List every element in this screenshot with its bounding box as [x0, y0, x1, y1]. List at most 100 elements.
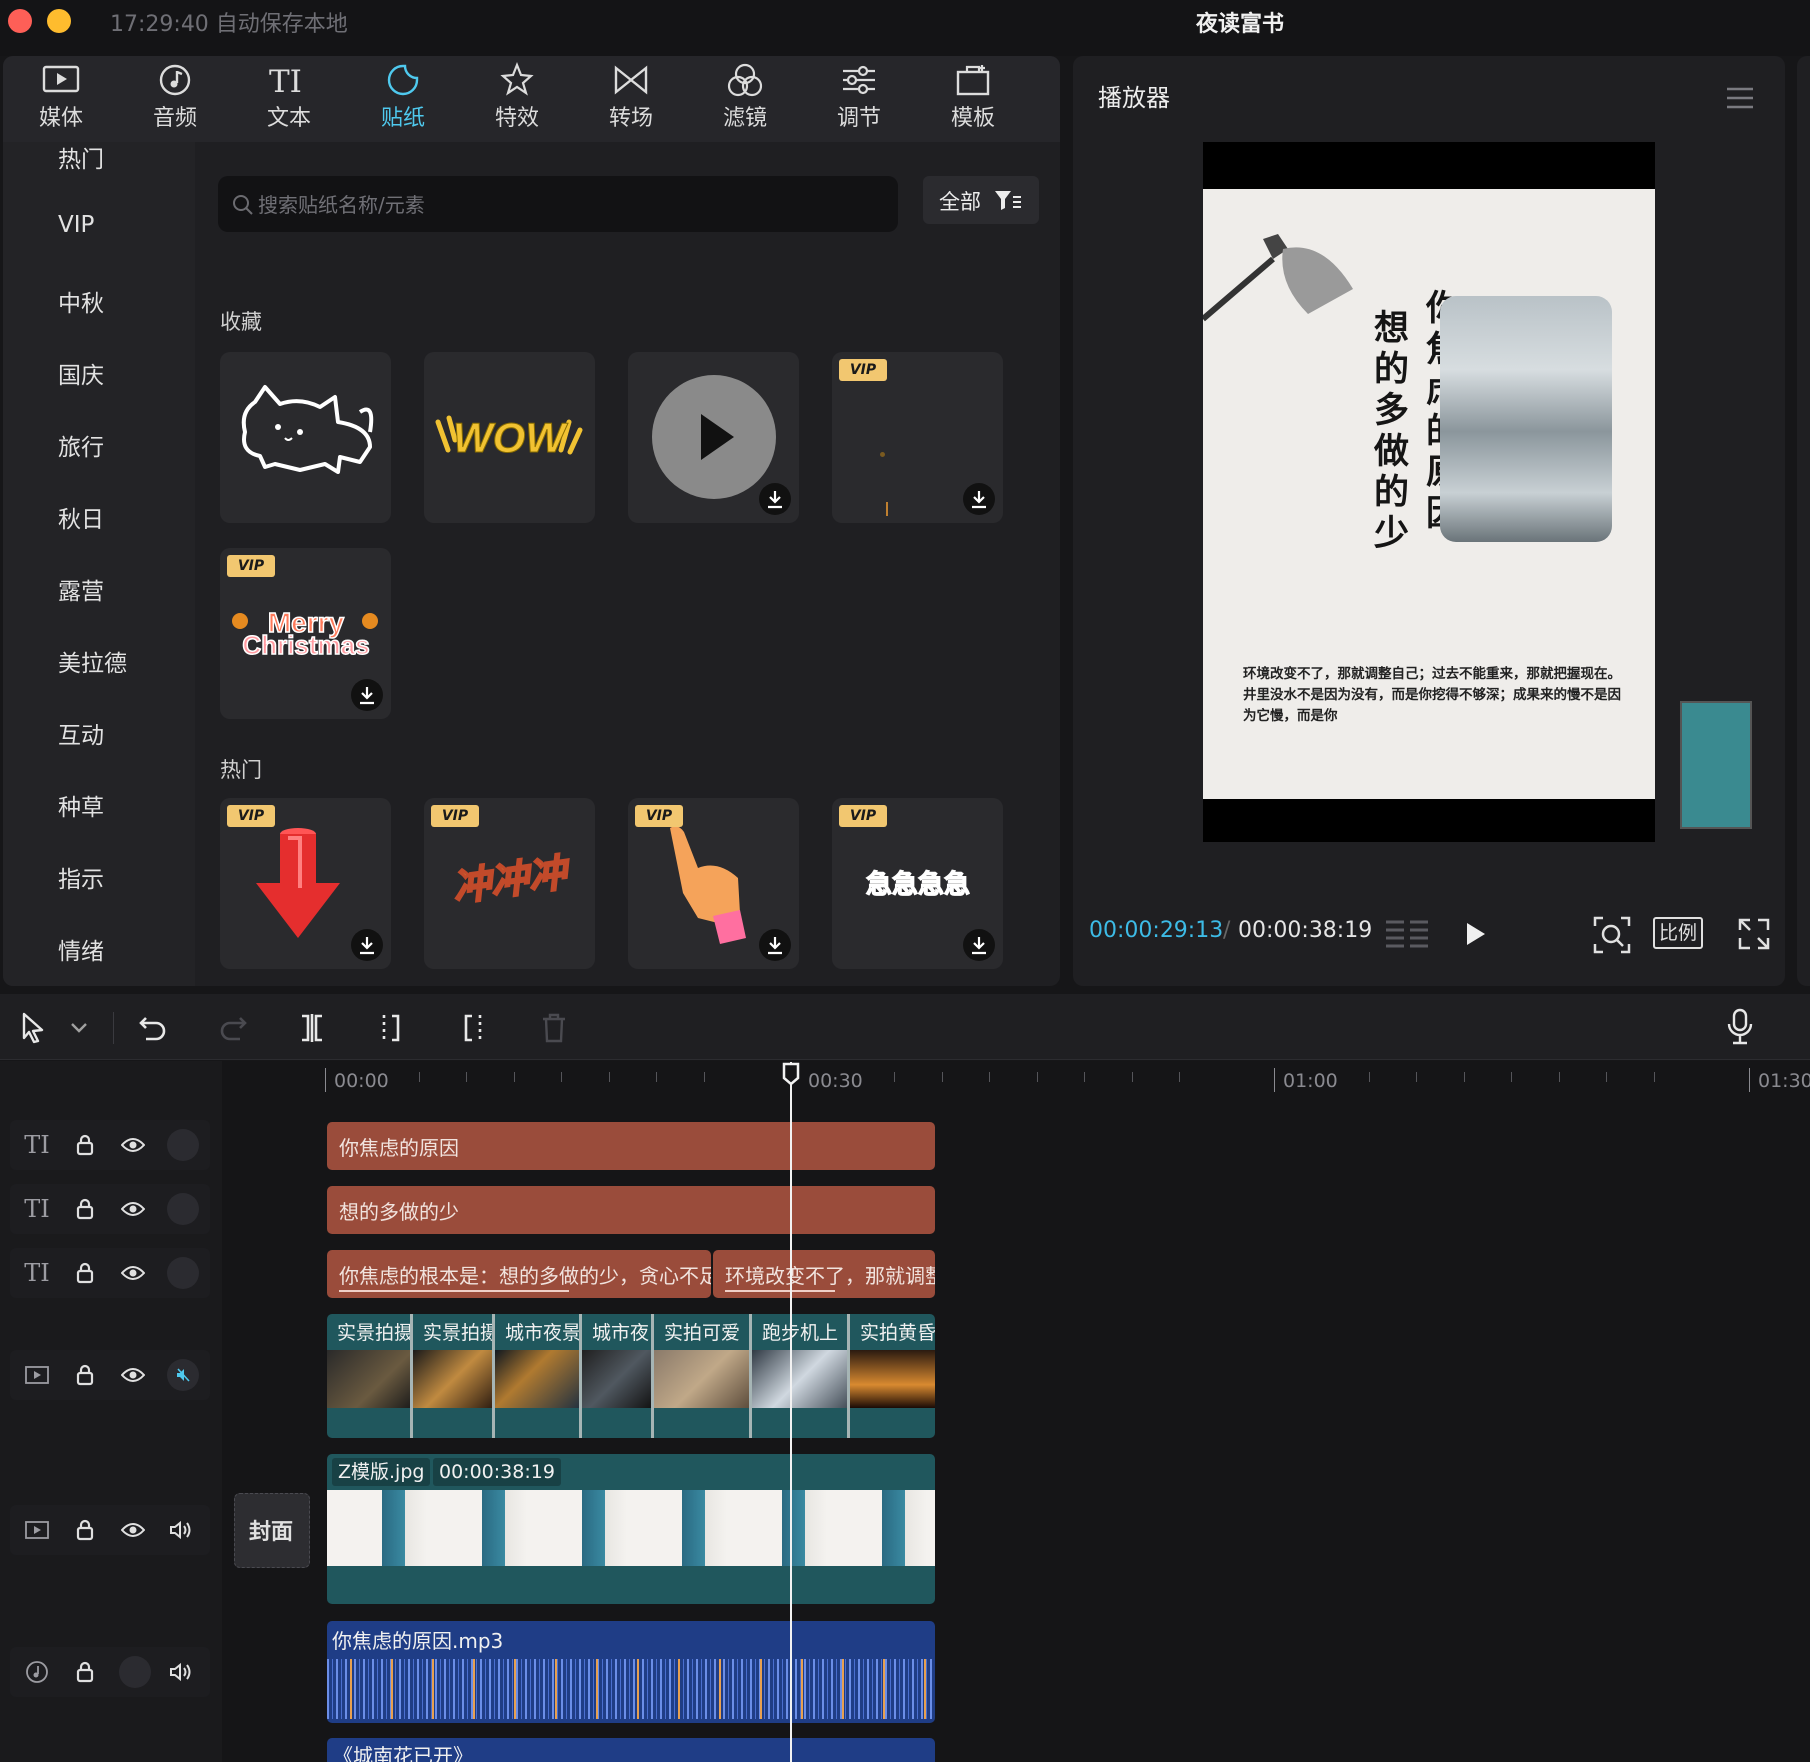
- tab-audio[interactable]: 音频: [125, 60, 225, 140]
- download-button[interactable]: [759, 483, 791, 515]
- split-icon[interactable]: [298, 1012, 326, 1044]
- aspect-ratio-button[interactable]: 比例: [1653, 917, 1703, 949]
- fullscreen-icon[interactable]: [1738, 918, 1770, 950]
- volume-icon[interactable]: [164, 1513, 198, 1547]
- sticker-icon: [353, 60, 453, 100]
- delete-icon[interactable]: [540, 1012, 568, 1044]
- lock-icon[interactable]: [68, 1358, 102, 1392]
- music-clip[interactable]: 《城南花已开》: [327, 1738, 935, 1762]
- tab-media[interactable]: 媒体: [11, 60, 111, 140]
- category-autumn[interactable]: 秋日: [58, 500, 104, 534]
- text-clip[interactable]: 你焦虑的根本是：想的多做的少，贪心不足: [327, 1250, 711, 1298]
- visibility-eye-icon[interactable]: [116, 1513, 150, 1547]
- download-button[interactable]: [351, 929, 383, 961]
- text-clip[interactable]: 想的多做的少: [327, 1186, 935, 1234]
- video-segment[interactable]: 跑步机上: [752, 1314, 850, 1438]
- search-input[interactable]: 搜索贴纸名称/元素: [218, 176, 898, 232]
- category-hot[interactable]: 热门: [58, 142, 104, 174]
- category-recommend[interactable]: 种草: [58, 788, 104, 822]
- sticker-ji[interactable]: VIP 急急急急: [832, 798, 1003, 969]
- text-clip[interactable]: 你焦虑的原因: [327, 1122, 935, 1170]
- video-paragraph: 环境改变不了，那就调整自己；过去不能重来，那就把握现在。井里没水不是因为没有，而…: [1243, 666, 1621, 724]
- video-segment[interactable]: 实景拍摄: [413, 1314, 495, 1438]
- close-window-button[interactable]: [8, 9, 32, 33]
- undo-icon[interactable]: [138, 1014, 168, 1042]
- lock-icon[interactable]: [68, 1128, 102, 1162]
- video-segment[interactable]: 实拍可爱: [654, 1314, 752, 1438]
- player-title: 播放器: [1098, 84, 1170, 112]
- lock-icon[interactable]: [68, 1256, 102, 1290]
- category-mid-autumn[interactable]: 中秋: [58, 284, 104, 318]
- lock-icon[interactable]: [68, 1192, 102, 1226]
- play-icon[interactable]: [1461, 920, 1489, 948]
- ruler-tick: [989, 1072, 990, 1082]
- mute-button[interactable]: [167, 1359, 199, 1391]
- video-segment[interactable]: 实景拍摄: [327, 1314, 413, 1438]
- select-tool-icon[interactable]: [20, 1012, 46, 1044]
- ruler-tick: [1559, 1072, 1560, 1082]
- zoom-fit-icon[interactable]: [1593, 916, 1631, 954]
- segment-thumbnail: [413, 1350, 492, 1408]
- visibility-eye-icon[interactable]: [116, 1358, 150, 1392]
- sticker-merry-christmas[interactable]: VIP Merry Christmas: [220, 548, 391, 719]
- playhead-handle[interactable]: [781, 1062, 801, 1086]
- audio-clip[interactable]: 你焦虑的原因.mp3: [327, 1621, 935, 1723]
- time-ruler[interactable]: 00:00 00:30 01:00 01:30: [322, 1060, 1810, 1108]
- microphone-icon[interactable]: [1726, 1008, 1754, 1046]
- video-clip-group[interactable]: 实景拍摄 实景拍摄 城市夜景 城市夜 实拍可爱 跑步机上 实拍黄昏: [327, 1314, 935, 1438]
- sticker-play[interactable]: [628, 352, 799, 523]
- chevron-down-icon[interactable]: [70, 1022, 88, 1034]
- trim-left-icon[interactable]: [378, 1012, 406, 1044]
- category-interactive[interactable]: 互动: [58, 716, 104, 750]
- menu-icon[interactable]: [1725, 86, 1755, 110]
- template-clip[interactable]: Z模版.jpg 00:00:38:19: [327, 1454, 935, 1604]
- download-button[interactable]: [759, 929, 791, 961]
- tab-text[interactable]: TI 文本: [239, 60, 339, 140]
- tab-adjust[interactable]: 调节: [809, 60, 909, 140]
- category-maillard[interactable]: 美拉德: [58, 644, 127, 678]
- minimize-window-button[interactable]: [47, 9, 71, 33]
- visibility-eye-icon[interactable]: [116, 1192, 150, 1226]
- tab-filter[interactable]: 滤镜: [695, 60, 795, 140]
- sticker-wow[interactable]: WOW: [424, 352, 595, 523]
- trim-right-icon[interactable]: [458, 1012, 486, 1044]
- download-button[interactable]: [963, 929, 995, 961]
- sticker-red-arrow[interactable]: VIP: [220, 798, 391, 969]
- video-segment[interactable]: 城市夜: [582, 1314, 654, 1438]
- visibility-eye-icon[interactable]: [116, 1256, 150, 1290]
- category-camping[interactable]: 露营: [58, 572, 104, 606]
- project-name[interactable]: 夜读富书: [1140, 6, 1340, 38]
- video-viewer[interactable]: 想的多做的少 你焦虑的原因 环境改变不了，那就调整自己；过去不能重来，那就把握现…: [1203, 142, 1655, 842]
- category-emotion[interactable]: 情绪: [58, 932, 104, 966]
- tab-sticker[interactable]: 贴纸: [353, 60, 453, 140]
- category-vip[interactable]: VIP: [58, 212, 94, 238]
- video-segment[interactable]: 实拍黄昏: [850, 1314, 935, 1438]
- tab-transition[interactable]: 转场: [581, 60, 681, 140]
- download-button[interactable]: [351, 679, 383, 711]
- redo-icon[interactable]: [218, 1014, 248, 1042]
- sticker-cat[interactable]: [220, 352, 391, 523]
- category-national-day[interactable]: 国庆: [58, 356, 104, 390]
- playhead[interactable]: [790, 1062, 792, 1762]
- category-travel[interactable]: 旅行: [58, 428, 104, 462]
- video-segment[interactable]: 城市夜景: [495, 1314, 582, 1438]
- effects-icon: [467, 60, 567, 100]
- sticker-chong[interactable]: VIP 冲冲冲: [424, 798, 595, 969]
- tab-label: 特效: [494, 106, 539, 131]
- sticker-pointing-hand[interactable]: VIP: [628, 798, 799, 969]
- lock-icon[interactable]: [68, 1655, 102, 1689]
- tab-effects[interactable]: 特效: [467, 60, 567, 140]
- filter-button[interactable]: 全部: [923, 176, 1039, 224]
- volume-icon[interactable]: [164, 1655, 198, 1689]
- cover-button[interactable]: 封面: [234, 1493, 310, 1568]
- text-clip[interactable]: 环境改变不了，那就调整: [713, 1250, 935, 1298]
- waveform-view-icon[interactable]: [1384, 916, 1430, 950]
- scroll-thumb[interactable]: [1680, 701, 1752, 829]
- category-pointer[interactable]: 指示: [58, 860, 104, 894]
- download-button[interactable]: [963, 483, 995, 515]
- sticker-vip-blank[interactable]: VIP: [832, 352, 1003, 523]
- visibility-eye-icon[interactable]: [116, 1128, 150, 1162]
- lock-icon[interactable]: [68, 1513, 102, 1547]
- download-icon: [972, 937, 986, 955]
- tab-template[interactable]: 模板: [923, 60, 1023, 140]
